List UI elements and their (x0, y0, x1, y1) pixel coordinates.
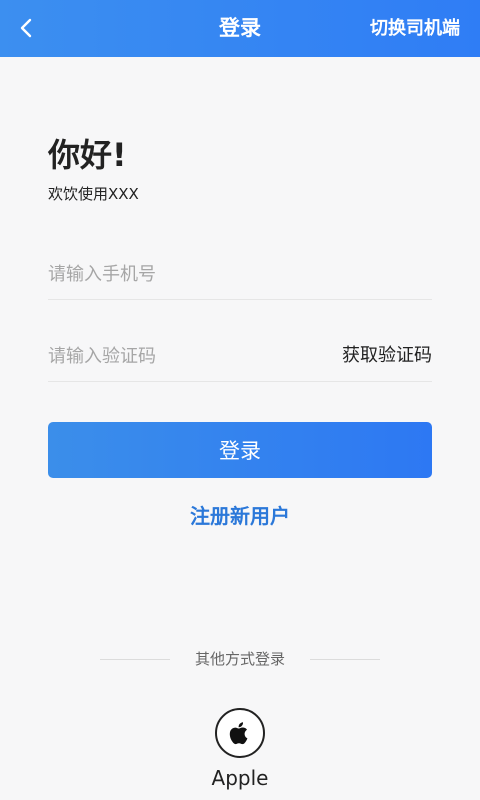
phone-field (48, 250, 432, 300)
other-login-divider: 其他方式登录 (0, 648, 480, 670)
register-link[interactable]: 注册新用户 (0, 500, 480, 529)
apple-login-button[interactable] (215, 708, 265, 758)
code-field: 获取验证码 (48, 332, 432, 382)
welcome-text: 欢饮使用XXX (48, 185, 139, 203)
top-bar: 登录 切换司机端 (0, 0, 480, 57)
login-button[interactable]: 登录 (48, 422, 432, 478)
greeting-title: 你好! (48, 136, 127, 174)
get-code-button[interactable]: 获取验证码 (342, 332, 432, 380)
divider-right (310, 659, 380, 660)
apple-logo-icon (229, 722, 248, 745)
other-login-label: 其他方式登录 (194, 650, 285, 668)
phone-input[interactable] (48, 250, 308, 298)
switch-driver-link[interactable]: 切换司机端 (370, 0, 460, 57)
apple-label: Apple (211, 766, 269, 790)
code-input[interactable] (48, 332, 308, 380)
